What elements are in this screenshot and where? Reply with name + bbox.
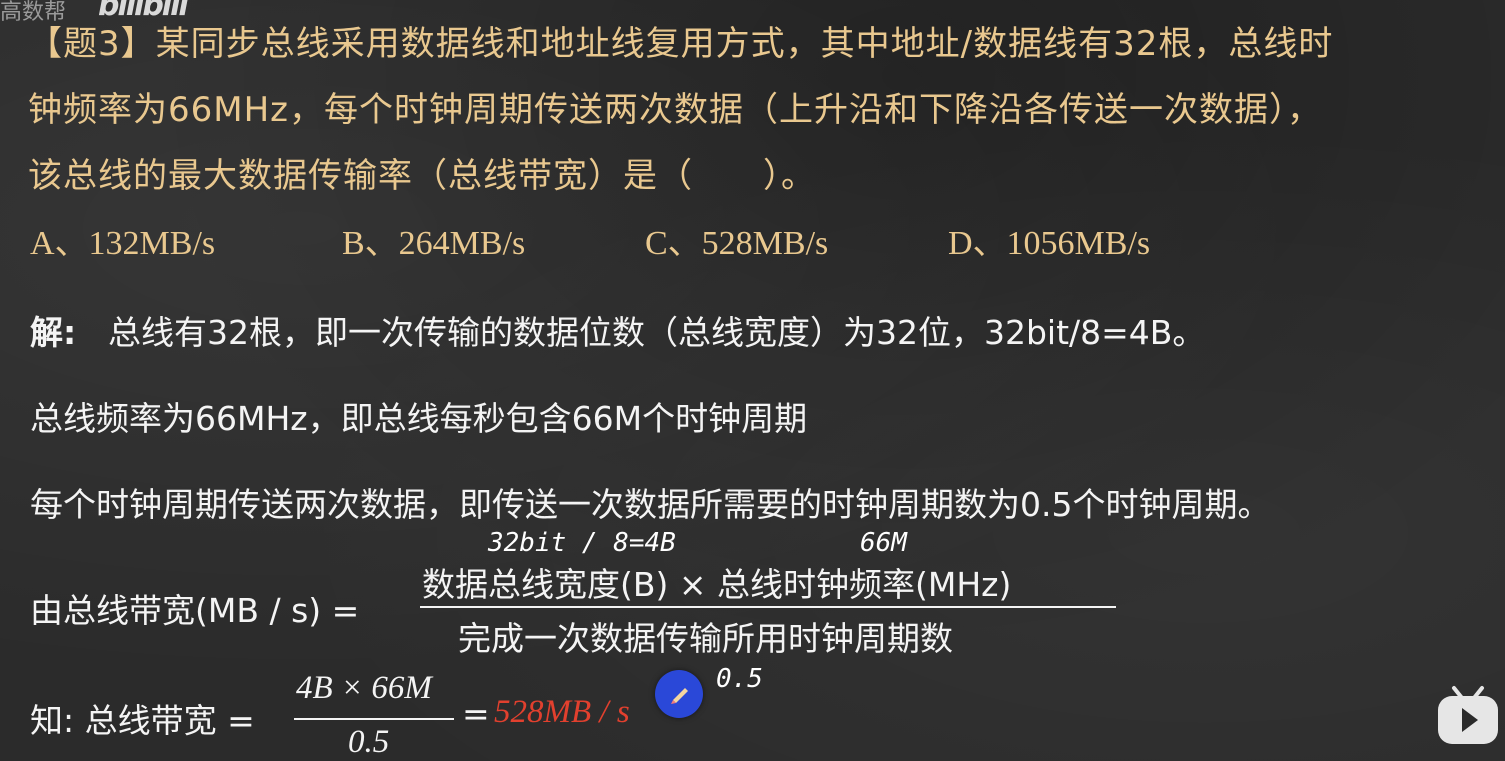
question-line-1: 【题3】某同步总线采用数据线和地址线复用方式，其中地址/数据线有32根，总线时: [28, 24, 1334, 64]
result-fraction-bar: [294, 718, 454, 720]
formula-fraction-bar: [420, 606, 1116, 608]
question-line-2: 钟频率为66MHz，每个时钟周期传送两次数据（上升沿和下降沿各传送一次数据），: [28, 90, 1323, 130]
formula-numerator: 数据总线宽度(B) × 总线时钟频率(MHz): [422, 565, 1012, 604]
result-numerator: 4B × 66M: [296, 670, 432, 706]
formula-denominator: 完成一次数据传输所用时钟周期数: [458, 619, 953, 658]
solution-prefix: 解:: [30, 313, 77, 352]
note-frequency: 66M: [860, 528, 907, 558]
option-d: D、1056MB/s: [948, 225, 1151, 262]
option-c: C、528MB/s: [645, 225, 829, 262]
formula-lhs: 由总线带宽(MB / s) =: [30, 591, 360, 630]
note-width: 32bit / 8=4B: [488, 528, 676, 558]
play-icon[interactable]: [1434, 684, 1502, 748]
option-b: B、264MB/s: [342, 225, 526, 262]
note-denominator: 0.5: [716, 664, 763, 694]
option-a: A、132MB/s: [30, 225, 216, 262]
solution-line-3: 每个时钟周期传送两次数据，即传送一次数据所需要的时钟周期数为0.5个时钟周期。: [30, 485, 1271, 524]
result-equals: =: [462, 694, 490, 733]
solution-line-1: 总线有32根，即一次传输的数据位数（总线宽度）为32位，32bit/8=4B。: [108, 313, 1206, 352]
pen-icon[interactable]: [655, 670, 703, 718]
result-value: 528MB / s: [494, 694, 630, 730]
question-line-3: 该总线的最大数据传输率（总线带宽）是（ ）。: [28, 156, 816, 196]
solution-line-2: 总线频率为66MHz，即总线每秒包含66M个时钟周期: [30, 399, 808, 438]
result-denominator: 0.5: [348, 724, 390, 760]
result-lhs: 知: 总线带宽 =: [30, 701, 255, 740]
